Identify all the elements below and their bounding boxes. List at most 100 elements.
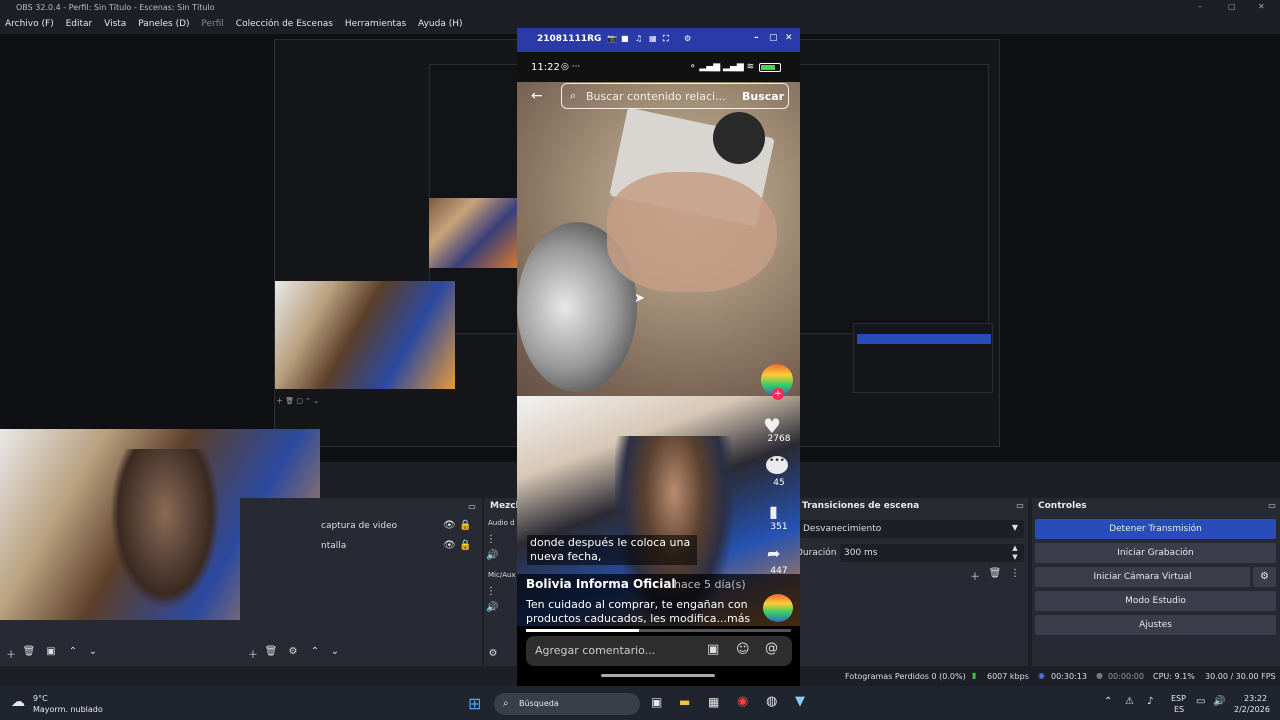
transitions-undock-icon[interactable]: ▭ <box>1014 501 1026 510</box>
chevron-down-icon[interactable]: ▼ <box>1010 553 1020 561</box>
chevron-up-icon[interactable]: ▲ <box>1010 544 1020 552</box>
add-source-icon[interactable]: ＋ <box>246 646 260 661</box>
fullscreen-icon[interactable]: ⛶ <box>663 34 669 44</box>
start-virtual-camera-button[interactable]: Iniciar Cámara Virtual <box>1035 567 1250 587</box>
tray-chevron-icon[interactable]: ⌃ <box>1104 696 1112 707</box>
camera-icon[interactable]: 📷 <box>607 34 617 43</box>
mixer-menu-icon[interactable]: ⋮ <box>486 586 496 597</box>
maximize-icon[interactable]: ▢ <box>769 33 778 43</box>
screenshot-icon[interactable]: ▦ <box>649 34 657 43</box>
music-disc-icon[interactable] <box>763 594 793 622</box>
menu-coleccion[interactable]: Colección de Escenas <box>236 19 333 29</box>
author-name[interactable]: Bolivia Informa Oficial <box>526 577 676 591</box>
home-indicator[interactable] <box>601 674 715 677</box>
language-primary[interactable]: ESP <box>1171 694 1186 703</box>
remove-scene-icon[interactable]: 🗑 <box>22 646 36 657</box>
weather-desc[interactable]: Mayorm. nublado <box>33 705 103 714</box>
posted-time: · hace 5 día(s) <box>667 578 746 591</box>
lock-icon[interactable]: 🔒 <box>459 540 471 551</box>
microphone-icon[interactable]: ♪ <box>1147 696 1153 707</box>
controls-dock: Controles ▭ Detener Transmisión Iniciar … <box>1032 498 1280 666</box>
video-description[interactable]: Ten cuidado al comprar, te engañan con p… <box>526 598 751 626</box>
menu-archivo[interactable]: Archivo (F) <box>5 19 54 29</box>
video-progress-track[interactable] <box>526 629 791 632</box>
speaker-icon[interactable]: 🔊 <box>486 550 498 561</box>
hand <box>607 172 777 292</box>
file-explorer-icon[interactable]: ▬ <box>679 695 690 709</box>
image-icon[interactable]: ▣ <box>707 642 719 657</box>
duration-spinbox[interactable]: 300 ms ▲ ▼ <box>840 544 1024 562</box>
task-view-icon[interactable]: ▣ <box>651 695 662 709</box>
controls-undock-icon[interactable]: ▭ <box>1266 501 1278 510</box>
comment-input[interactable]: Agregar comentario... ▣ ☺ @ <box>526 636 792 666</box>
mixer-menu-icon[interactable]: ⋮ <box>486 534 496 545</box>
transition-select[interactable]: Desvanecimiento ▼ <box>800 520 1024 538</box>
start-icon[interactable]: ⊞ <box>468 694 481 713</box>
phone-clock: 11:22 <box>531 62 560 73</box>
studio-mode-button[interactable]: Modo Estudio <box>1035 591 1276 611</box>
share-icon[interactable]: ➦ <box>767 544 780 563</box>
minimize-button[interactable]: – <box>1198 2 1202 11</box>
source-item-2[interactable]: ntalla <box>321 541 346 551</box>
sources-undock-icon[interactable]: ▭ <box>466 502 478 511</box>
lock-icon[interactable]: 🔒 <box>459 520 471 531</box>
chrome-icon[interactable]: ◉ <box>737 694 748 709</box>
visibility-icon[interactable]: 👁 <box>443 520 456 531</box>
visibility-icon[interactable]: 👁 <box>443 540 456 551</box>
taskbar-search[interactable]: ⌕ Búsqueda <box>494 693 640 715</box>
mention-icon[interactable]: @ <box>765 641 778 656</box>
scrcpy-icon[interactable]: ▼ <box>795 694 805 709</box>
add-transition-icon[interactable]: ＋ <box>968 568 982 583</box>
wifi-icon[interactable]: ▭ <box>1196 696 1205 707</box>
remove-transition-icon[interactable]: 🗑 <box>988 568 1002 579</box>
remove-source-icon[interactable]: 🗑 <box>264 646 278 657</box>
settings-button[interactable]: Ajustes <box>1035 615 1276 635</box>
search-input[interactable]: ⌕ Buscar contenido relaci... Buscar <box>561 83 789 109</box>
audio-icon[interactable]: ♫ <box>635 34 642 43</box>
obs-icon[interactable]: ◍ <box>766 694 777 709</box>
source-down-icon[interactable]: ⌄ <box>328 646 342 657</box>
source-up-icon[interactable]: ⌃ <box>308 646 322 657</box>
speaker-icon[interactable]: 🔊 <box>486 602 498 613</box>
comments-icon[interactable]: ••• <box>766 456 788 474</box>
volume-icon[interactable]: 🔊 <box>1213 696 1225 707</box>
weather-temp[interactable]: 9°C <box>33 694 48 703</box>
back-arrow-icon[interactable]: ← <box>531 88 543 104</box>
video-icon[interactable]: ■ <box>621 34 629 43</box>
video-frame[interactable] <box>517 82 800 426</box>
minimize-icon[interactable]: – <box>754 33 759 43</box>
close-icon[interactable]: ✕ <box>785 33 793 43</box>
clock-date[interactable]: 2/2/2026 <box>1234 705 1270 714</box>
language-secondary[interactable]: ES <box>1174 705 1184 714</box>
menu-editar[interactable]: Editar <box>66 19 93 29</box>
add-scene-icon[interactable]: ＋ <box>4 646 18 661</box>
follow-plus-icon[interactable]: + <box>772 388 784 400</box>
menu-vista[interactable]: Vista <box>104 19 126 29</box>
menu-paneles[interactable]: Paneles (D) <box>138 19 189 29</box>
menu-ayuda[interactable]: Ayuda (H) <box>418 19 462 29</box>
bookmark-icon[interactable]: ▮ <box>769 502 778 521</box>
transition-menu-icon[interactable]: ⋮ <box>1008 568 1022 579</box>
source-item-1[interactable]: captura de video <box>321 521 397 531</box>
network-off-icon[interactable]: ⚠ <box>1125 696 1134 707</box>
start-recording-button[interactable]: Iniciar Grabación <box>1035 543 1276 563</box>
gear-icon[interactable]: ⚙ <box>684 34 691 43</box>
weather-icon[interactable]: ☁ <box>11 694 25 710</box>
emoji-icon[interactable]: ☺ <box>736 642 750 657</box>
mixer-settings-icon[interactable]: ⚙ <box>486 648 500 659</box>
search-button[interactable]: Buscar <box>742 90 784 103</box>
stop-streaming-button[interactable]: Detener Transmisión <box>1035 519 1276 539</box>
scene-down-icon[interactable]: ⌄ <box>86 646 100 657</box>
scene-up-icon[interactable]: ⌃ <box>66 646 80 657</box>
scene-filter-icon[interactable]: ▣ <box>44 646 58 657</box>
virtual-camera-settings-icon[interactable]: ⚙ <box>1253 567 1276 587</box>
store-icon[interactable]: ▦ <box>708 695 719 709</box>
source-settings-icon[interactable]: ⚙ <box>286 646 300 657</box>
close-button[interactable]: ✕ <box>1258 2 1265 11</box>
menu-herramientas[interactable]: Herramientas <box>345 19 406 29</box>
clock-time[interactable]: 23:22 <box>1244 694 1267 703</box>
maximize-button[interactable]: ▢ <box>1228 2 1236 11</box>
app-title: OBS 32.0.4 - Perfil: Sin Título - Escena… <box>16 3 215 12</box>
menu-perfil[interactable]: Perfil <box>201 19 224 29</box>
saves-count: 351 <box>770 522 788 532</box>
